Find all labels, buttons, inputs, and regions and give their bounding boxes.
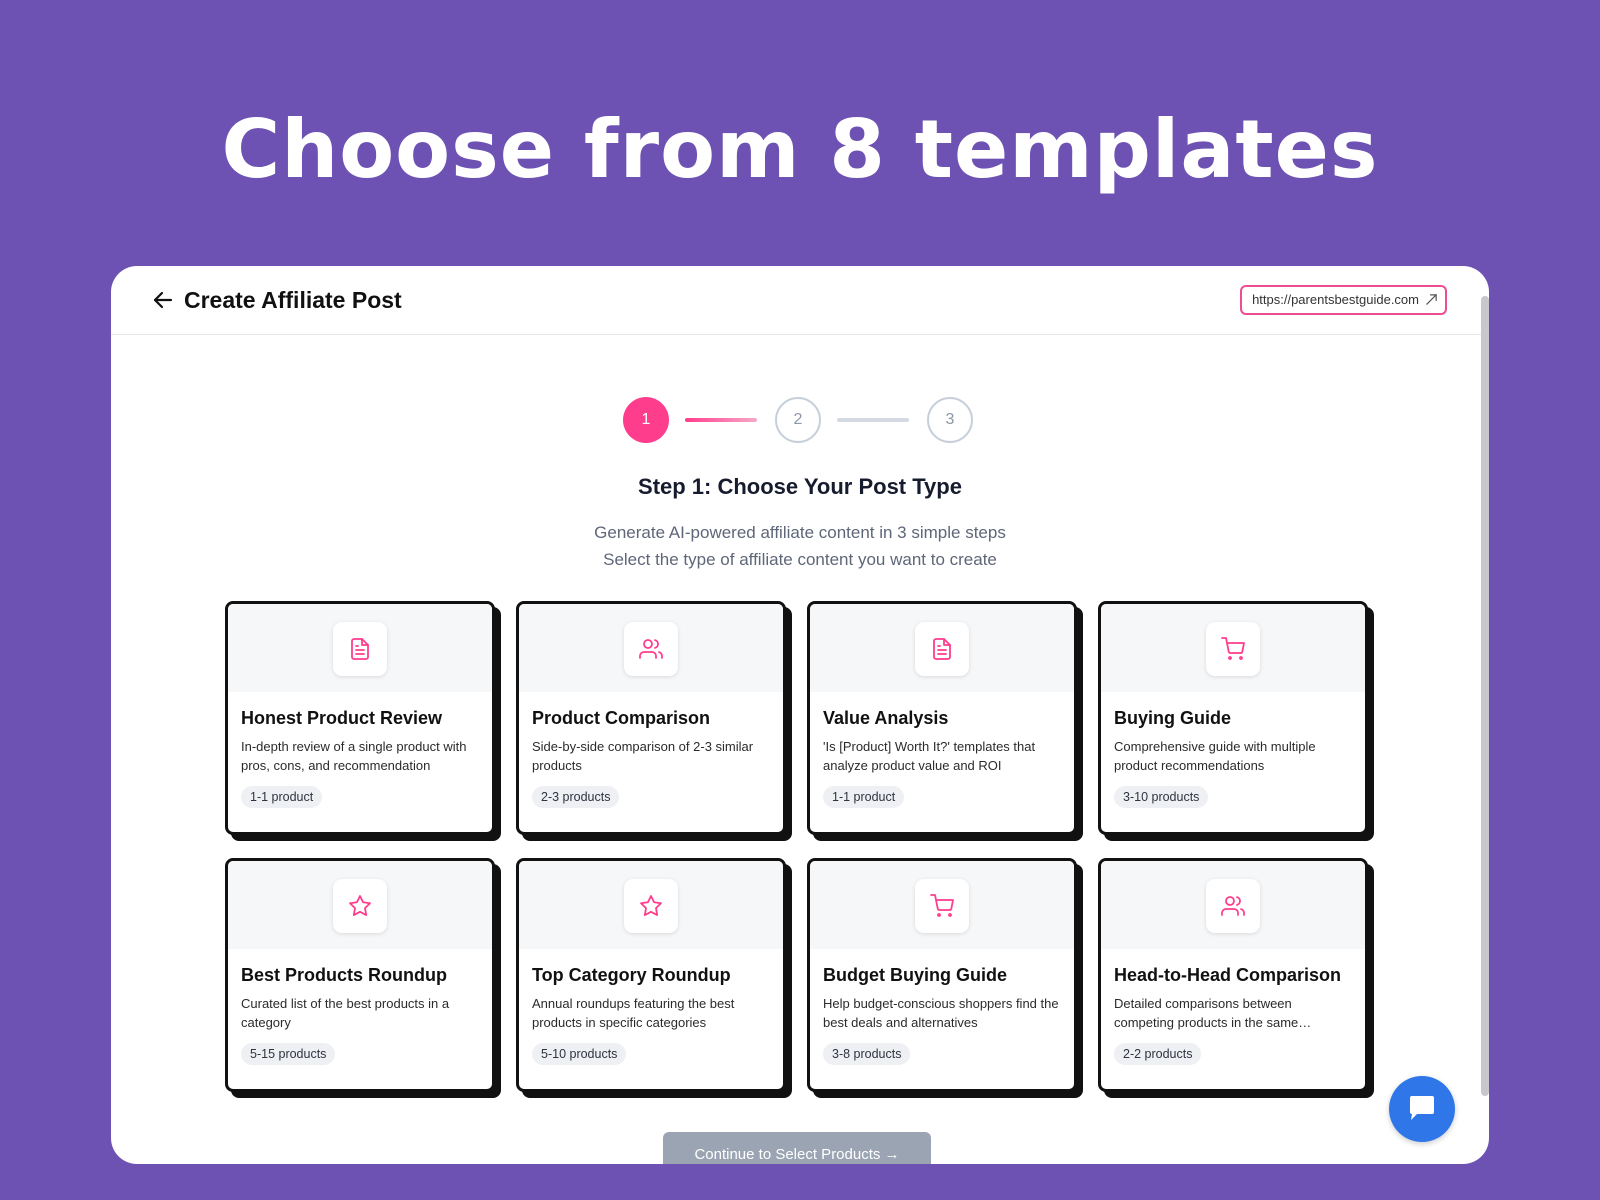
template-card-head-to-head-comparison[interactable]: Head-to-Head Comparison Detailed compari… [1098,858,1368,1092]
template-card-value-analysis[interactable]: Value Analysis 'Is [Product] Worth It?' … [807,601,1077,835]
step-1-indicator: 1 [623,397,669,443]
site-url-link[interactable]: https://parentsbestguide.com [1240,285,1447,315]
product-count-badge: 3-8 products [823,1043,911,1065]
product-count-badge: 5-15 products [241,1043,336,1065]
app-window: Create Affiliate Post https://parentsbes… [111,266,1489,1164]
card-title: Buying Guide [1114,708,1231,728]
card-title: Product Comparison [532,708,711,728]
card-description: 'Is [Product] Worth It?' templates that … [823,739,1036,773]
document-icon [933,638,951,660]
back-arrow-icon[interactable] [151,288,175,312]
step-connector-2 [837,418,909,422]
card-icon-box [1206,879,1260,933]
card-icon-box [1206,622,1260,676]
headline: Choose from 8 templates [221,103,1379,196]
product-count-badge: 3-10 products [1114,786,1209,808]
stepper: 1 2 3 [111,397,1489,445]
template-card-top-category-roundup[interactable]: Top Category Roundup Annual roundups fea… [516,858,786,1092]
card-title: Top Category Roundup [532,965,731,985]
users-icon [639,639,663,659]
card-description: Comprehensive guide with multiple produc… [1114,739,1316,773]
step-subtitle-1: Generate AI-powered affiliate content in… [594,523,1006,542]
external-link-icon [1426,294,1437,305]
chat-widget-button[interactable] [1389,1076,1455,1142]
template-card-buying-guide[interactable]: Buying Guide Comprehensive guide with mu… [1098,601,1368,835]
step-2-indicator: 2 [775,397,821,443]
card-icon-box [915,622,969,676]
product-count-badge: 2-3 products [532,786,620,808]
card-description: Annual roundups featuring the best produ… [532,996,735,1030]
cart-icon [930,894,954,917]
card-description: Help budget-conscious shoppers find the … [823,996,1059,1030]
cart-icon [1221,637,1245,660]
star-icon [349,895,371,916]
template-card-best-products-roundup[interactable]: Best Products Roundup Curated list of th… [225,858,495,1092]
product-count-badge: 2-2 products [1114,1043,1202,1065]
step-title: Step 1: Choose Your Post Type [638,474,962,499]
users-icon [1221,896,1245,916]
card-icon-box [333,622,387,676]
template-card-product-comparison[interactable]: Product Comparison Side-by-side comparis… [516,601,786,835]
chat-bubble-icon [1410,1096,1434,1120]
card-description: In-depth review of a single product with… [241,739,467,773]
page-title: Create Affiliate Post [184,287,402,313]
product-count-badge: 1-1 product [823,786,905,808]
app-header: Create Affiliate Post https://parentsbes… [111,266,1489,335]
site-url-text: https://parentsbestguide.com [1252,292,1419,307]
document-icon [351,638,369,660]
card-title: Best Products Roundup [241,965,447,985]
card-icon-box [624,879,678,933]
star-icon [640,895,662,916]
card-icon-box [333,879,387,933]
card-icon-box [624,622,678,676]
card-title: Honest Product Review [241,708,443,728]
continue-button[interactable]: Continue to Select Products → [663,1132,931,1164]
card-description: Side-by-side comparison of 2-3 similar p… [532,739,754,773]
card-title: Value Analysis [823,708,949,728]
product-count-badge: 1-1 product [241,786,323,808]
step-subtitle-2: Select the type of affiliate content you… [603,550,997,569]
card-description: Curated list of the best products in a c… [241,996,450,1030]
card-title: Head-to-Head Comparison [1114,965,1342,985]
step-connector-1 [685,418,757,422]
card-title: Budget Buying Guide [823,965,1007,985]
template-card-honest-product-review[interactable]: Honest Product Review In-depth review of… [225,601,495,835]
product-count-badge: 5-10 products [532,1043,627,1065]
step-3-indicator: 3 [927,397,973,443]
card-description: Detailed comparisons between competing p… [1114,996,1312,1030]
template-card-budget-buying-guide[interactable]: Budget Buying Guide Help budget-consciou… [807,858,1077,1092]
card-icon-box [915,879,969,933]
